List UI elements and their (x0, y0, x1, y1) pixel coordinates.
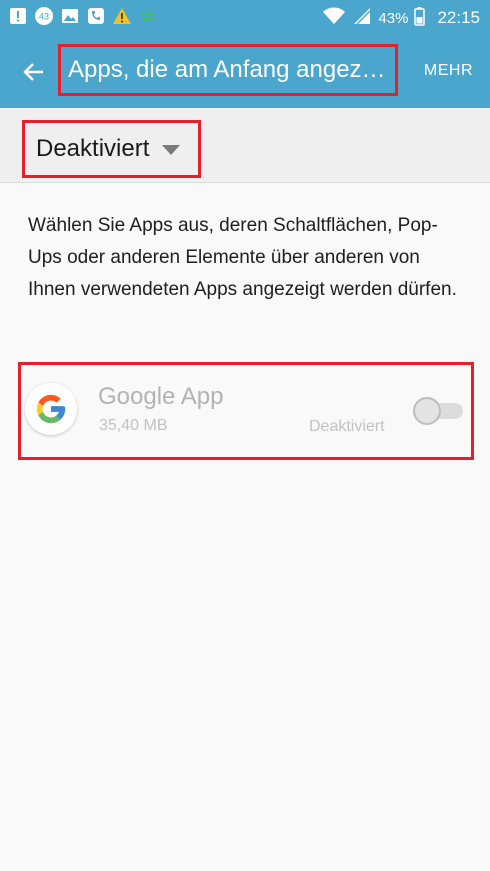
clock: 22:15 (437, 8, 480, 27)
filter-dropdown-label: Deaktiviert (36, 135, 150, 162)
app-bar: Apps, die am Anfang angezeigt werden dür… (0, 36, 490, 108)
battery-icon (414, 6, 426, 30)
description-text: Wählen Sie Apps aus, deren Schaltflächen… (28, 215, 457, 300)
notification-badge-count: 43 (39, 12, 49, 22)
app-status: Deaktiviert (309, 418, 385, 435)
app-size: 35,40 MB (99, 417, 168, 434)
app-name: Google App (98, 383, 224, 410)
back-button[interactable] (18, 56, 50, 88)
battery-percentage: 43% (378, 9, 409, 27)
image-icon (60, 6, 80, 26)
filter-bar: Deaktiviert (0, 108, 490, 183)
warning-icon (112, 6, 132, 26)
transfer-icon (138, 6, 158, 26)
status-bar: 43 43% 22:15 (0, 0, 490, 36)
google-g-icon (25, 383, 77, 435)
page-title: Apps, die am Anfang angezeigt werden dür… (68, 56, 395, 83)
page-title-highlight: Apps, die am Anfang angezeigt werden dür… (58, 44, 398, 96)
filter-dropdown[interactable]: Deaktiviert (22, 120, 201, 178)
app-permission-toggle[interactable] (413, 397, 465, 425)
more-button[interactable]: MEHR (424, 62, 473, 80)
signal-icon (352, 6, 372, 30)
badge-43-icon: 43 (34, 6, 54, 26)
toggle-thumb (413, 397, 441, 425)
dropdown-triangle-icon (162, 145, 181, 155)
app-list-item[interactable]: Google App 35,40 MB Deaktiviert (18, 362, 474, 460)
voicemail-icon (86, 6, 106, 26)
status-notification-icons: 43 (8, 6, 158, 26)
arrow-left-icon (23, 63, 43, 81)
wifi-icon (322, 6, 346, 30)
alert-icon (8, 6, 28, 26)
status-system-icons: 43% 22:15 (322, 0, 480, 36)
